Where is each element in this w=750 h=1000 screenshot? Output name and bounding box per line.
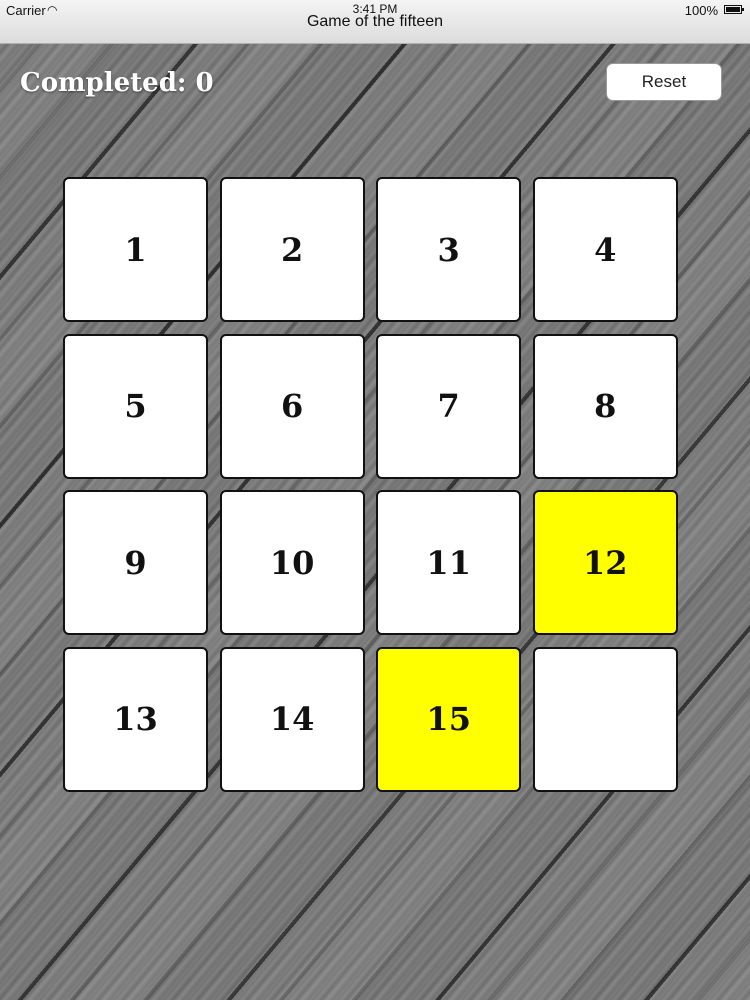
tile[interactable]: 10	[219, 490, 365, 636]
tile[interactable]: 14	[219, 646, 365, 792]
empty-tile[interactable]	[532, 646, 678, 792]
tile[interactable]: 8	[532, 333, 678, 479]
tile[interactable]: 6	[219, 333, 365, 479]
tile[interactable]: 7	[376, 333, 522, 479]
puzzle-board: 1 2 3 4 5 6 7 8 9 10 11 12 13 14 15	[63, 177, 678, 792]
reset-button[interactable]: Reset	[606, 63, 722, 101]
tile[interactable]: 15	[376, 646, 522, 792]
tile[interactable]: 1	[63, 177, 208, 322]
tile[interactable]: 3	[376, 177, 522, 322]
nav-title: Game of the fifteen	[306, 13, 444, 30]
completed-counter: Completed: 0	[20, 68, 214, 98]
tile[interactable]: 11	[376, 490, 522, 636]
status-bar: Carrier ◠ 3:41 PM 100% Game of the fifte…	[0, 0, 750, 44]
tile[interactable]: 5	[63, 333, 208, 479]
tile[interactable]: 9	[63, 490, 208, 636]
tile[interactable]: 2	[219, 177, 365, 322]
tile[interactable]: 4	[532, 177, 678, 322]
tile[interactable]: 13	[63, 646, 208, 792]
completed-label: Completed:	[20, 68, 187, 98]
tile[interactable]: 12	[532, 490, 678, 636]
completed-value: 0	[195, 68, 214, 98]
